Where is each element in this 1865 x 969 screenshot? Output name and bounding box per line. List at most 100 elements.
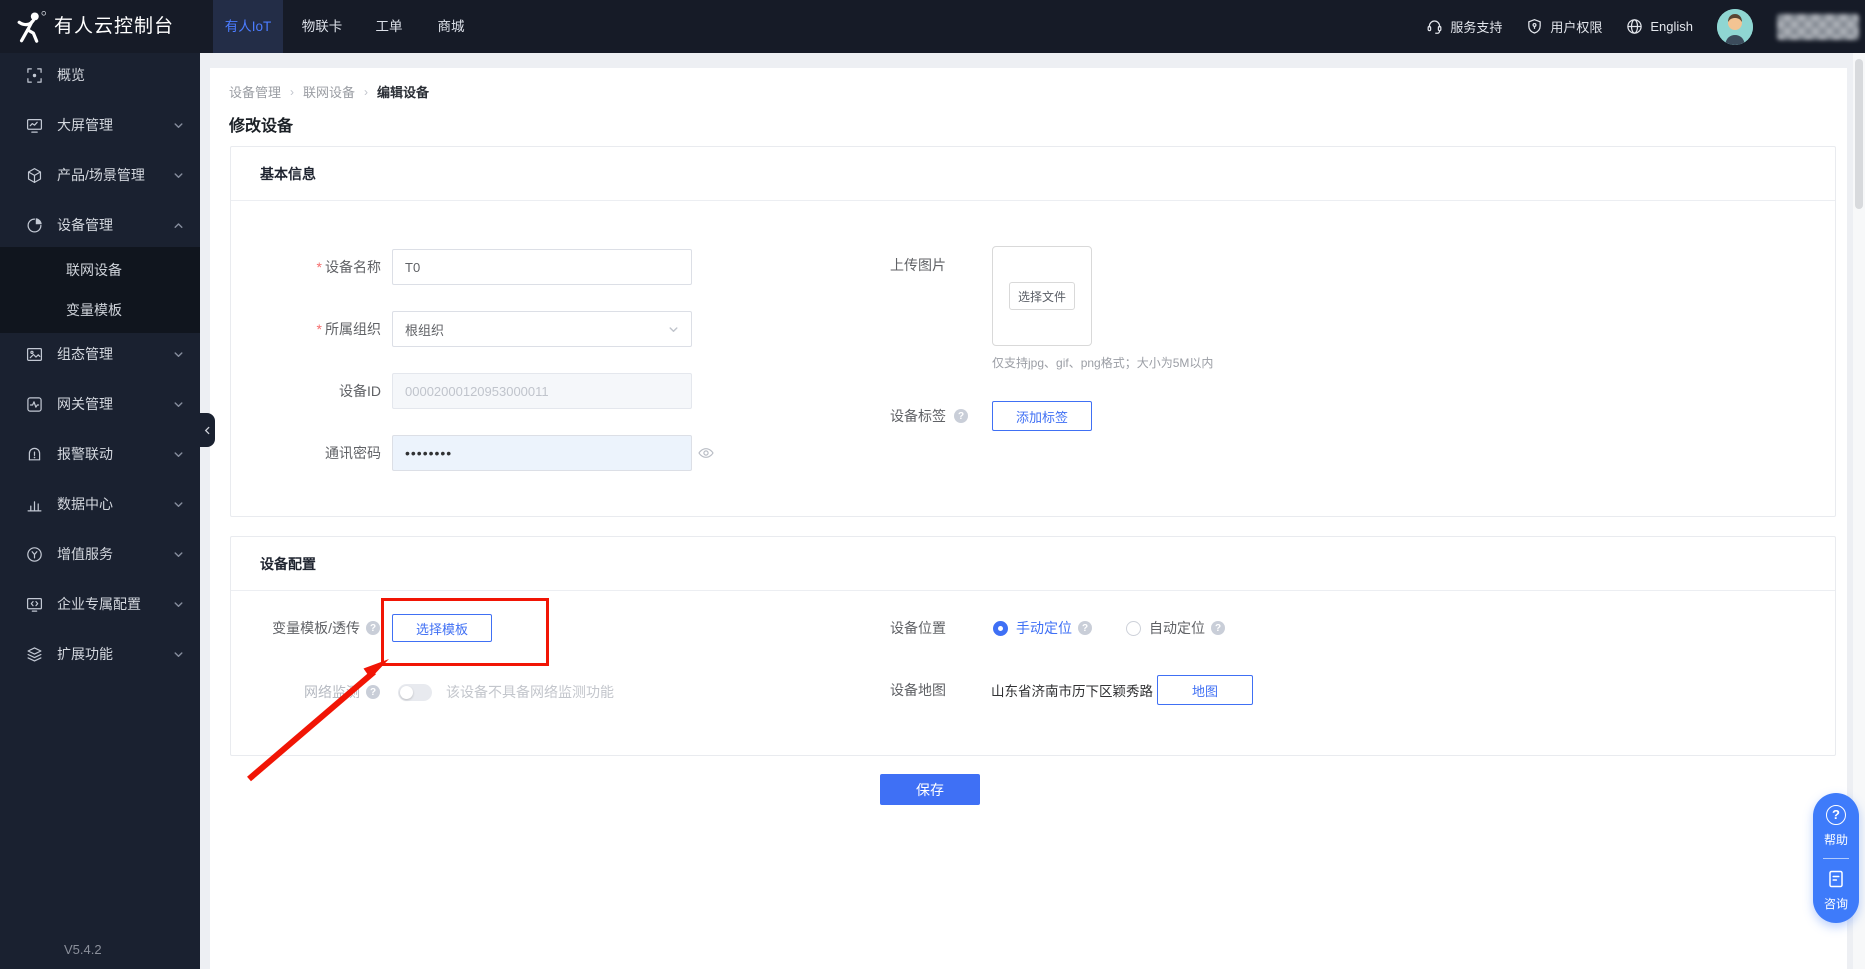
breadcrumb: 设备管理 › 联网设备 › 编辑设备: [229, 82, 429, 101]
auto-location-radio[interactable]: [1126, 621, 1141, 636]
password-input[interactable]: [392, 435, 692, 471]
pie-chart-icon: [26, 217, 43, 234]
sidebar-item-products[interactable]: 产品/场景管理: [0, 155, 200, 195]
sidebar-item-bigscreen[interactable]: 大屏管理: [0, 105, 200, 145]
user-permissions-label: 用户权限: [1550, 17, 1602, 36]
chevron-down-icon: [173, 349, 184, 360]
image-icon: [26, 346, 43, 363]
device-id-label: 设备ID: [260, 381, 381, 401]
globe-icon: [1626, 18, 1643, 35]
eye-icon[interactable]: [698, 445, 714, 461]
document-icon[interactable]: [1826, 869, 1846, 889]
floating-help-widget: 帮助 咨询: [1813, 793, 1859, 923]
tab-work-order[interactable]: 工单: [366, 0, 412, 53]
tab-iot-card[interactable]: 物联卡: [292, 0, 352, 53]
question-circle-icon[interactable]: [1826, 805, 1846, 825]
network-monitor-label: 网络监测: [260, 682, 360, 702]
sidebar-item-label: 增值服务: [57, 544, 113, 564]
variable-template-label: 变量模板/透传: [260, 618, 360, 638]
device-map-address: 山东省济南市历下区颖秀路: [991, 680, 1153, 700]
sidebar-subitem-networked-devices[interactable]: 联网设备: [0, 250, 200, 290]
password-label: 通讯密码: [260, 443, 381, 463]
chevron-down-icon: [173, 399, 184, 410]
manual-location-radio[interactable]: [993, 621, 1008, 636]
scrollbar-thumb[interactable]: [1855, 59, 1863, 209]
user-avatar[interactable]: [1717, 9, 1753, 45]
device-location-label: 设备位置: [791, 618, 946, 638]
tab-mall[interactable]: 商城: [428, 0, 474, 53]
sidebar-item-label: 扩展功能: [57, 644, 113, 664]
basic-info-card: 基本信息 *设备名称 *所属组织 根组织 设备ID 通讯密码 上传图片 选择文件…: [230, 146, 1836, 517]
brand-logo-icon: [14, 10, 48, 44]
sidebar-item-configuration[interactable]: 组态管理: [0, 334, 200, 374]
device-config-card: 设备配置 变量模板/透传 选择模板 网络监测 该设备不具备网络监测功能 设备位置…: [230, 536, 1836, 756]
layers-icon: [26, 646, 43, 663]
organization-value: 根组织: [405, 320, 444, 339]
upload-image-dropzone[interactable]: 选择文件: [992, 246, 1092, 346]
required-marker: *: [317, 259, 322, 275]
organization-label: *所属组织: [260, 319, 381, 339]
bar-chart-icon: [26, 496, 43, 513]
variable-template-help-icon[interactable]: [366, 621, 380, 635]
sidebar-item-extensions[interactable]: 扩展功能: [0, 634, 200, 674]
sidebar-item-label: 概览: [57, 65, 85, 85]
breadcrumb-separator: ›: [290, 85, 294, 99]
organization-select[interactable]: 根组织: [392, 311, 692, 347]
overview-icon: [26, 67, 43, 84]
manual-location-help-icon[interactable]: [1078, 621, 1092, 635]
sidebar-item-value-added[interactable]: 增值服务: [0, 534, 200, 574]
sidebar-item-alarm[interactable]: 报警联动: [0, 434, 200, 474]
device-tags-label: 设备标签: [791, 406, 946, 426]
network-monitor-hint: 该设备不具备网络监测功能: [446, 682, 614, 702]
network-monitor-help-icon[interactable]: [366, 685, 380, 699]
basic-info-title: 基本信息: [260, 147, 316, 201]
sidebar-item-label: 报警联动: [57, 444, 113, 464]
breadcrumb-separator: ›: [364, 85, 368, 99]
device-id-input: [392, 373, 692, 409]
chevron-down-icon: [668, 324, 679, 335]
sidebar-item-label: 网关管理: [57, 394, 113, 414]
breadcrumb-networked-devices[interactable]: 联网设备: [303, 82, 355, 101]
tab-usr-iot[interactable]: 有人IoT: [213, 0, 283, 53]
service-support-link[interactable]: 服务支持: [1426, 17, 1502, 36]
sidebar-item-enterprise-config[interactable]: 企业专属配置: [0, 584, 200, 624]
sidebar-item-label: 大屏管理: [57, 115, 113, 135]
sidebar-item-datacenter[interactable]: 数据中心: [0, 484, 200, 524]
service-support-label: 服务支持: [1450, 17, 1502, 36]
sidebar-item-devices[interactable]: 设备管理: [0, 205, 200, 245]
add-tag-button[interactable]: 添加标签: [992, 401, 1092, 431]
cube-icon: [26, 167, 43, 184]
sidebar-subitem-variable-templates[interactable]: 变量模板: [0, 290, 200, 330]
sidebar-item-overview[interactable]: 概览: [0, 55, 200, 95]
auto-location-help-icon[interactable]: [1211, 621, 1225, 635]
upload-image-label: 上传图片: [791, 255, 946, 275]
select-template-button[interactable]: 选择模板: [392, 614, 492, 642]
chevron-down-icon: [173, 649, 184, 660]
breadcrumb-device-management[interactable]: 设备管理: [229, 82, 281, 101]
manual-location-label[interactable]: 手动定位: [1016, 618, 1072, 638]
language-switcher[interactable]: English: [1626, 18, 1693, 35]
sidebar-nav: 概览 大屏管理 产品/场景管理 设备管理 联网设备 变量模板: [0, 53, 200, 969]
save-button[interactable]: 保存: [880, 774, 980, 805]
user-permissions-link[interactable]: 用户权限: [1526, 17, 1602, 36]
device-tags-help-icon[interactable]: [954, 409, 968, 423]
language-label: English: [1650, 19, 1693, 34]
devices-submenu: 联网设备 变量模板: [0, 247, 200, 333]
chevron-up-icon: [173, 220, 184, 231]
choose-file-button[interactable]: 选择文件: [1009, 282, 1075, 310]
device-name-input[interactable]: [392, 249, 692, 285]
map-button[interactable]: 地图: [1157, 675, 1253, 705]
sidebar-item-label: 产品/场景管理: [57, 165, 145, 185]
help-label[interactable]: 帮助: [1824, 831, 1848, 848]
sidebar-item-label: 设备管理: [57, 215, 113, 235]
chevron-down-icon: [173, 499, 184, 510]
chevron-left-icon: [203, 426, 212, 435]
chevron-down-icon: [173, 549, 184, 560]
sidebar-item-gateway[interactable]: 网关管理: [0, 384, 200, 424]
auto-location-label[interactable]: 自动定位: [1149, 618, 1205, 638]
username-redacted[interactable]: [1777, 14, 1859, 40]
consult-label[interactable]: 咨询: [1824, 895, 1848, 912]
sidebar-collapse-button[interactable]: [200, 413, 215, 447]
page-title: 修改设备: [229, 112, 293, 136]
top-navbar: 有人云控制台 有人IoT 物联卡 工单 商城 服务支持 用户权限: [0, 0, 1865, 53]
